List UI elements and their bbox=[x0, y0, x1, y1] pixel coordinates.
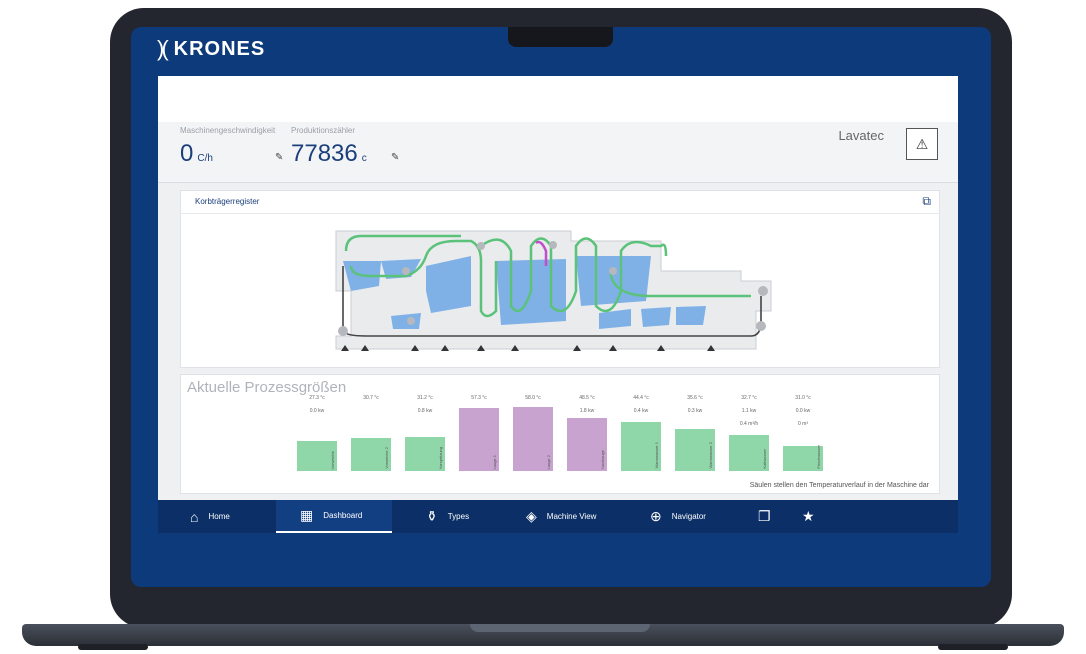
column-temperature: 32.7 °c bbox=[741, 395, 757, 401]
speed-value: 0 C/h bbox=[180, 140, 213, 168]
dashboard-icon: ▦ bbox=[300, 507, 314, 523]
process-column: 57.3 °c1.2 kw8.1 m³/hLauge 1 bbox=[459, 375, 499, 475]
machine-icon[interactable]: ⚠ bbox=[906, 128, 938, 160]
process-column: 44.4 °c 0.4 kw Warmwasser 1 bbox=[621, 375, 661, 475]
nav-documents[interactable]: ❐ bbox=[758, 500, 788, 533]
nav-home-label: Home bbox=[208, 512, 230, 521]
bar-zone-label: Lauge 1 bbox=[492, 454, 497, 469]
temperature-bar: Lauge 1 bbox=[459, 408, 499, 471]
column-temperature: 27.3 °c bbox=[309, 395, 325, 401]
column-temperature: 30.7 °c bbox=[363, 395, 379, 401]
column-temperature: 44.4 °c bbox=[633, 395, 649, 401]
bar-zone-label: Kaltwasser bbox=[762, 449, 767, 469]
column-temperature: 48.5 °c bbox=[579, 395, 595, 401]
top-blank-area bbox=[158, 76, 958, 122]
machine-name: Lavatec bbox=[838, 128, 884, 143]
column-volume: 0.4 m³/h bbox=[739, 421, 759, 427]
process-column: 31.2 °c 0.8 kw Vorspritzung bbox=[405, 375, 445, 475]
column-power: 1.1 kw bbox=[741, 408, 757, 414]
nav-home[interactable]: ⌂ Home bbox=[190, 500, 280, 533]
temperature-bar: Frischwasser bbox=[783, 445, 823, 471]
column-temperature: 35.6 °c bbox=[687, 395, 703, 401]
temperature-bar: Vorweiche bbox=[297, 441, 337, 471]
speed-number: 0 bbox=[180, 140, 194, 167]
bar-zone-label: Warmwasser 1 bbox=[654, 442, 659, 469]
process-column: 27.3 °c 0.0 kw Vorweiche bbox=[297, 375, 337, 475]
bar-zone-label: Lauge 2 bbox=[546, 454, 551, 469]
column-power: 0.4 kw bbox=[633, 408, 649, 414]
process-column: 48.5 °c1.8 kw8 m³/hNachlauge bbox=[567, 375, 607, 475]
temperature-bar: Nachlauge bbox=[567, 418, 607, 471]
machine-header: Maschinengeschwindigkeit 0 C/h ✎ Produkti… bbox=[158, 122, 958, 183]
temperature-bar: Kaltwasser bbox=[729, 435, 769, 471]
counter-value: 77836 c bbox=[291, 140, 367, 168]
column-temperature: 57.3 °c bbox=[471, 395, 487, 401]
column-temperature: 31.0 °c bbox=[795, 395, 811, 401]
hmi-app: Maschinengeschwindigkeit 0 C/h ✎ Produkti… bbox=[158, 76, 958, 500]
laptop-foot-right bbox=[938, 644, 1008, 650]
bar-zone-label: Frischwasser bbox=[816, 445, 821, 469]
process-column: 32.7 °c 1.1 kw 0.4 m³/h Kaltwasser bbox=[729, 375, 769, 475]
column-temperature: 31.2 °c bbox=[417, 395, 433, 401]
nav-machine-view[interactable]: ◈ Machine View bbox=[526, 500, 636, 533]
nav-machine-view-label: Machine View bbox=[546, 512, 597, 521]
nav-dashboard-label: Dashboard bbox=[323, 511, 363, 520]
camera-notch bbox=[508, 27, 613, 47]
krones-logo-text: KRONES bbox=[173, 37, 266, 60]
column-volume: 0 m³ bbox=[798, 421, 808, 427]
temperature-bar: Warmwasser 1 bbox=[621, 422, 661, 471]
column-power: 0.0 kw bbox=[309, 408, 325, 414]
process-column: 31.0 °c 0.0 kw 0 m³ Frischwasser bbox=[783, 375, 823, 475]
washer-diagram bbox=[335, 230, 772, 351]
bar-zone-label: Vorweiche 2 bbox=[384, 447, 389, 469]
home-icon: ⌂ bbox=[190, 508, 199, 525]
counter-number: 77836 bbox=[291, 140, 358, 167]
nav-navigator[interactable]: ⊕ Navigator bbox=[650, 500, 750, 533]
documents-icon: ❐ bbox=[758, 508, 771, 524]
bottom-navigation: ⌂ Home ▦ Dashboard ⚱ Types ◈ Machine Vie… bbox=[158, 500, 958, 533]
process-values-card: Aktuelle Prozessgrößen 27.3 °c 0.0 kw Vorw… bbox=[180, 374, 940, 494]
bar-zone-label: Vorweiche bbox=[330, 450, 335, 469]
basket-register-title: Korbträgerregister bbox=[195, 197, 260, 206]
laptop-base-groove bbox=[470, 624, 650, 632]
column-temperature: 58.0 °c bbox=[525, 395, 541, 401]
navigator-icon: ⊕ bbox=[650, 508, 662, 524]
star-icon: ★ bbox=[802, 508, 815, 524]
temperature-bar: Vorspritzung bbox=[405, 437, 445, 471]
counter-unit: c bbox=[361, 153, 367, 164]
speed-label: Maschinengeschwindigkeit bbox=[180, 126, 276, 135]
laptop-foot-left bbox=[78, 644, 148, 650]
krones-logo: )( KRONES bbox=[157, 36, 265, 62]
counter-label: Produktionszähler bbox=[291, 126, 356, 135]
basket-register-card: Korbträgerregister ⧉ bbox=[180, 190, 940, 368]
bar-zone-label: Vorspritzung bbox=[438, 446, 443, 469]
process-column: 35.6 °c 0.3 kw Warmwasser 2 bbox=[675, 375, 715, 475]
nav-favorites[interactable]: ★ bbox=[802, 500, 832, 533]
column-power: 0.3 kw bbox=[687, 408, 703, 414]
bar-zone-label: Nachlauge bbox=[600, 449, 605, 469]
column-power: 0.0 kw bbox=[795, 408, 811, 414]
external-link-icon[interactable]: ⧉ bbox=[922, 194, 931, 209]
process-column: 30.7 °c Vorweiche 2 bbox=[351, 375, 391, 475]
bottles-icon: ⚱ bbox=[426, 508, 438, 524]
speed-unit: C/h bbox=[197, 153, 213, 164]
temperature-bar: Vorweiche 2 bbox=[351, 438, 391, 471]
temperature-bar: Warmwasser 2 bbox=[675, 429, 715, 471]
edit-counter-pencil-icon[interactable]: ✎ bbox=[391, 152, 399, 163]
bar-zone-label: Warmwasser 2 bbox=[708, 442, 713, 469]
process-column: 58.0 °c0.8 kw8.7 m³/hLauge 2 bbox=[513, 375, 553, 475]
nav-types-label: Types bbox=[447, 512, 470, 521]
card-divider bbox=[181, 213, 939, 214]
krones-logo-mark: )( bbox=[157, 36, 169, 61]
temperature-bar: Lauge 2 bbox=[513, 407, 553, 471]
edit-speed-pencil-icon[interactable]: ✎ bbox=[275, 152, 283, 163]
column-power: 0.8 kw bbox=[417, 408, 433, 414]
nav-navigator-label: Navigator bbox=[671, 512, 706, 521]
nav-dashboard[interactable]: ▦ Dashboard bbox=[276, 500, 392, 533]
process-values-note: Säulen stellen den Temperaturverlauf in … bbox=[749, 482, 929, 489]
machine-view-icon: ◈ bbox=[526, 508, 537, 524]
column-power: 1.8 kw bbox=[579, 408, 595, 414]
nav-types[interactable]: ⚱ Types bbox=[426, 500, 516, 533]
